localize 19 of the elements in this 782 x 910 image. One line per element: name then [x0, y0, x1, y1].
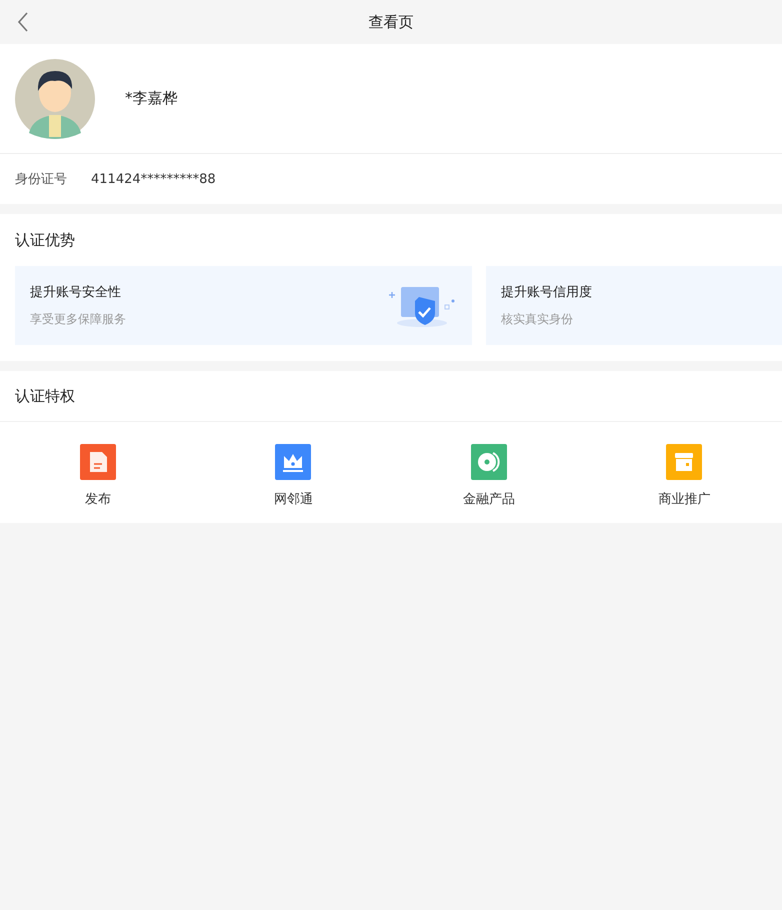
- user-name: *李嘉桦: [125, 89, 178, 108]
- card-title: 提升账号信用度: [501, 284, 592, 301]
- section-title: 认证优势: [14, 230, 76, 250]
- coin-icon[interactable]: [470, 444, 507, 480]
- card-subtitle: 核实真实身份: [501, 311, 574, 328]
- document-icon[interactable]: [80, 444, 116, 480]
- privilege-label[interactable]: 商业推广: [658, 490, 710, 508]
- crown-icon[interactable]: [275, 444, 312, 480]
- card-title: 提升账号安全性: [30, 284, 122, 301]
- section-title: 认证特权: [0, 371, 782, 422]
- back-icon[interactable]: [17, 12, 29, 32]
- id-number: 411424*********88: [91, 172, 216, 186]
- privilege-label[interactable]: 金融产品: [462, 490, 515, 508]
- privilege-label[interactable]: 网邻通: [274, 490, 313, 508]
- card-subtitle: 享受更多保障服务: [30, 311, 126, 328]
- page-title: 查看页: [368, 12, 414, 32]
- id-label: 身份证号: [15, 171, 68, 188]
- shop-icon[interactable]: [666, 444, 702, 480]
- privilege-label[interactable]: 发布: [84, 490, 111, 508]
